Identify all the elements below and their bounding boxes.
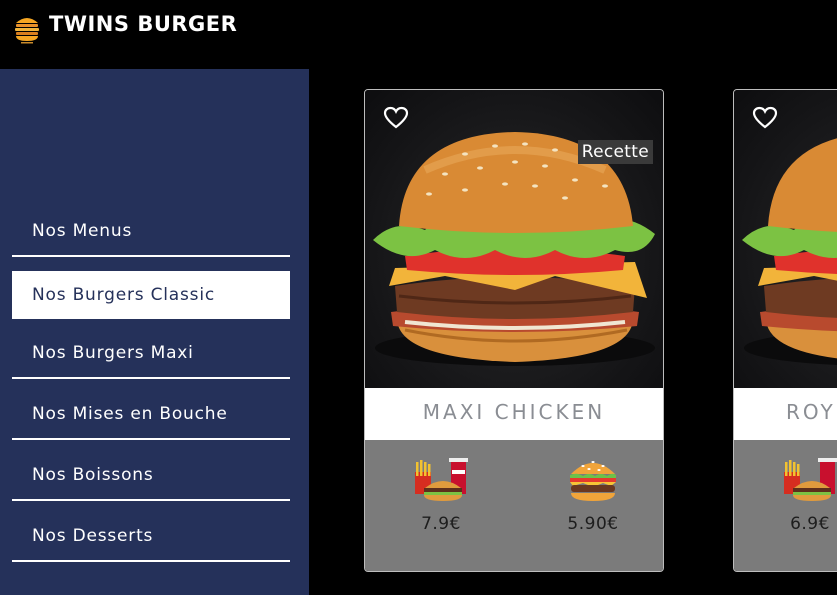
top-bar: TWINS BURGER [0, 0, 837, 69]
product-grid: Recette MAXI CHICKEN 7.9€ 5.90€ ROY 6.9€ [309, 69, 837, 595]
burger-photo [742, 138, 837, 365]
product-name: MAXI CHICKEN [365, 388, 663, 440]
sidebar-item-nos-burgers-maxi[interactable]: Nos Burgers Maxi [12, 331, 290, 379]
burger-photo [373, 132, 655, 366]
sidebar-item-nos-burgers-classic[interactable]: Nos Burgers Classic [12, 271, 290, 319]
recette-button[interactable]: Recette [577, 140, 653, 164]
product-card[interactable]: Recette MAXI CHICKEN 7.9€ 5.90€ [364, 89, 664, 572]
product-image: Recette [365, 90, 663, 388]
sidebar-item-nos-boissons[interactable]: Nos Boissons [12, 453, 290, 501]
menu-option[interactable]: 7.9€ [381, 454, 501, 564]
sidebar-item-nos-desserts[interactable]: Nos Desserts [12, 514, 290, 562]
menu-price: 7.9€ [421, 514, 461, 534]
burger-logo-icon[interactable] [14, 13, 40, 45]
brand-title[interactable]: TWINS BURGER [49, 12, 237, 36]
burger-icon [570, 461, 616, 501]
product-name: ROY [734, 388, 837, 440]
product-image [734, 90, 837, 388]
product-card[interactable]: ROY 6.9€ [733, 89, 837, 572]
menu-combo-icon [784, 458, 837, 501]
sidebar-item-nos-menus[interactable]: Nos Menus [12, 209, 290, 257]
menu-price: 6.9€ [790, 514, 830, 534]
sidebar-item-nos-mises-en-bouche[interactable]: Nos Mises en Bouche [12, 392, 290, 440]
burger-option[interactable]: 5.90€ [533, 454, 653, 564]
menu-option[interactable]: 6.9€ [750, 454, 837, 564]
burger-price: 5.90€ [567, 514, 619, 534]
product-options: 6.9€ [734, 440, 837, 571]
favorite-heart-icon[interactable] [752, 106, 778, 130]
sidebar: Nos Menus Nos Burgers Classic Nos Burger… [0, 69, 309, 595]
favorite-heart-icon[interactable] [383, 106, 409, 130]
menu-combo-icon [415, 458, 468, 501]
product-options: 7.9€ 5.90€ [365, 440, 663, 571]
